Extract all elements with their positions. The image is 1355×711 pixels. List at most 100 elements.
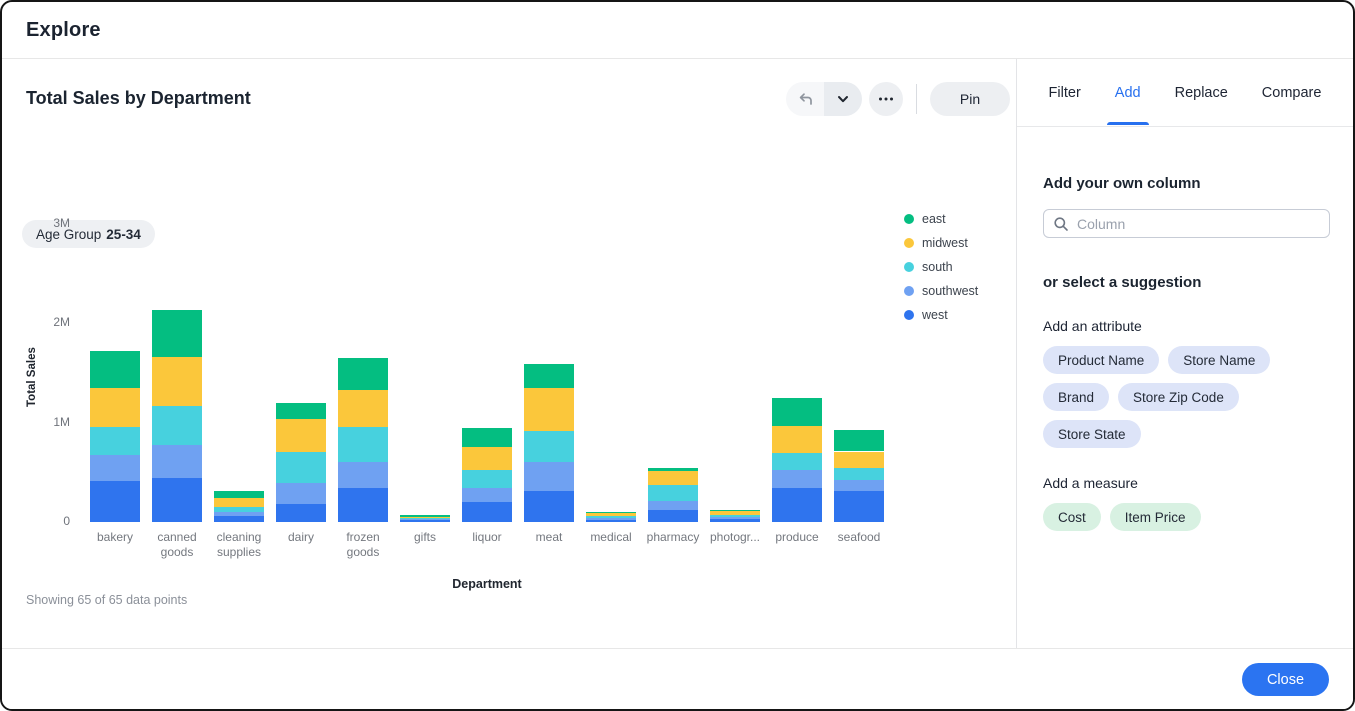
bar-segment-midwest[interactable] (276, 419, 326, 453)
more-options-button[interactable] (869, 82, 903, 116)
legend-item-midwest[interactable]: midwest (904, 231, 978, 255)
bar-segment-west[interactable] (214, 516, 264, 522)
bar-segment-midwest[interactable] (90, 388, 140, 427)
tab-compare[interactable]: Compare (1260, 61, 1324, 125)
bar-segment-southwest[interactable] (586, 518, 636, 520)
attribute-chip-store-zip-code[interactable]: Store Zip Code (1118, 383, 1239, 411)
bar-segment-south[interactable] (586, 516, 636, 518)
stacked-bar-cleaning-supplies[interactable] (214, 491, 264, 522)
bar-segment-southwest[interactable] (152, 445, 202, 479)
bar-segment-east[interactable] (462, 428, 512, 447)
bar-segment-west[interactable] (524, 491, 574, 522)
bar-segment-east[interactable] (710, 510, 760, 511)
bar-segment-south[interactable] (648, 485, 698, 501)
attribute-chip-store-name[interactable]: Store Name (1168, 346, 1270, 374)
bar-segment-east[interactable] (276, 403, 326, 419)
undo-history-button[interactable] (824, 82, 862, 116)
bar-segment-midwest[interactable] (214, 498, 264, 507)
stacked-bar-canned-goods[interactable] (152, 310, 202, 522)
bar-segment-west[interactable] (400, 520, 450, 522)
legend-item-southwest[interactable]: southwest (904, 279, 978, 303)
bar-segment-south[interactable] (90, 427, 140, 456)
undo-button[interactable] (786, 82, 824, 116)
bar-segment-south[interactable] (772, 453, 822, 470)
bar-segment-west[interactable] (834, 491, 884, 522)
bar-segment-midwest[interactable] (400, 517, 450, 518)
bar-segment-southwest[interactable] (772, 470, 822, 488)
bar-segment-west[interactable] (648, 510, 698, 522)
stacked-bar-dairy[interactable] (276, 403, 326, 522)
measure-chip-cost[interactable]: Cost (1043, 503, 1101, 531)
bar-segment-southwest[interactable] (648, 501, 698, 510)
bar-segment-southwest[interactable] (524, 462, 574, 491)
stacked-bar-photogr-[interactable] (710, 510, 760, 522)
tab-filter[interactable]: Filter (1047, 61, 1083, 125)
bar-segment-west[interactable] (90, 481, 140, 522)
bar-segment-midwest[interactable] (710, 511, 760, 514)
bar-segment-midwest[interactable] (152, 357, 202, 406)
attribute-chip-product-name[interactable]: Product Name (1043, 346, 1159, 374)
bar-segment-southwest[interactable] (214, 512, 264, 516)
bar-segment-south[interactable] (152, 406, 202, 445)
bar-segment-west[interactable] (276, 504, 326, 522)
bar-segment-south[interactable] (462, 470, 512, 488)
legend-item-south[interactable]: south (904, 255, 978, 279)
stacked-bar-seafood[interactable] (834, 430, 884, 522)
bar-segment-south[interactable] (834, 468, 884, 480)
bar-segment-south[interactable] (524, 431, 574, 463)
bar-segment-east[interactable] (338, 358, 388, 390)
bar-segment-east[interactable] (152, 310, 202, 357)
stacked-bar-medical[interactable] (586, 512, 636, 522)
bar-segment-east[interactable] (648, 468, 698, 471)
bar-segment-midwest[interactable] (834, 452, 884, 469)
stacked-bar-pharmacy[interactable] (648, 468, 698, 522)
bar-segment-west[interactable] (152, 478, 202, 522)
bar-segment-east[interactable] (834, 430, 884, 452)
close-button[interactable]: Close (1242, 663, 1329, 696)
bar-segment-southwest[interactable] (834, 480, 884, 491)
legend-item-west[interactable]: west (904, 303, 978, 327)
bar-segment-southwest[interactable] (710, 517, 760, 519)
bar-segment-southwest[interactable] (462, 488, 512, 502)
bar-segment-southwest[interactable] (90, 455, 140, 481)
bar-segment-midwest[interactable] (648, 471, 698, 485)
bar-segment-midwest[interactable] (772, 426, 822, 454)
column-search-box[interactable] (1043, 209, 1330, 238)
bar-segment-east[interactable] (90, 351, 140, 388)
bar-segment-midwest[interactable] (586, 513, 636, 516)
stacked-bar-bakery[interactable] (90, 351, 140, 522)
measure-chip-item-price[interactable]: Item Price (1110, 503, 1201, 531)
bar-segment-south[interactable] (276, 452, 326, 483)
tab-replace[interactable]: Replace (1173, 61, 1230, 125)
bar-segment-midwest[interactable] (338, 390, 388, 427)
bar-segment-southwest[interactable] (276, 483, 326, 504)
stacked-bar-frozen-goods[interactable] (338, 358, 388, 522)
bar-segment-east[interactable] (400, 515, 450, 516)
bar-segment-south[interactable] (214, 507, 264, 512)
stacked-bar-meat[interactable] (524, 364, 574, 522)
bar-segment-east[interactable] (524, 364, 574, 388)
bar-segment-east[interactable] (772, 398, 822, 426)
bar-segment-west[interactable] (462, 502, 512, 522)
bar-segment-west[interactable] (710, 519, 760, 522)
pin-button[interactable]: Pin (930, 82, 1010, 116)
bar-segment-west[interactable] (586, 520, 636, 522)
bar-segment-east[interactable] (214, 491, 264, 498)
bar-segment-southwest[interactable] (400, 518, 450, 519)
bar-segment-east[interactable] (586, 512, 636, 513)
bar-segment-south[interactable] (338, 427, 388, 463)
stacked-bar-liquor[interactable] (462, 428, 512, 522)
bar-segment-west[interactable] (772, 488, 822, 522)
tab-add[interactable]: Add (1113, 61, 1143, 125)
bar-segment-southwest[interactable] (338, 462, 388, 488)
bar-segment-south[interactable] (710, 515, 760, 517)
column-search-input[interactable] (1077, 216, 1320, 232)
stacked-bar-produce[interactable] (772, 398, 822, 522)
legend-item-east[interactable]: east (904, 207, 978, 231)
bar-segment-midwest[interactable] (524, 388, 574, 431)
stacked-bar-gifts[interactable] (400, 515, 450, 522)
attribute-chip-brand[interactable]: Brand (1043, 383, 1109, 411)
bar-segment-west[interactable] (338, 488, 388, 522)
bar-segment-midwest[interactable] (462, 447, 512, 471)
attribute-chip-store-state[interactable]: Store State (1043, 420, 1141, 448)
